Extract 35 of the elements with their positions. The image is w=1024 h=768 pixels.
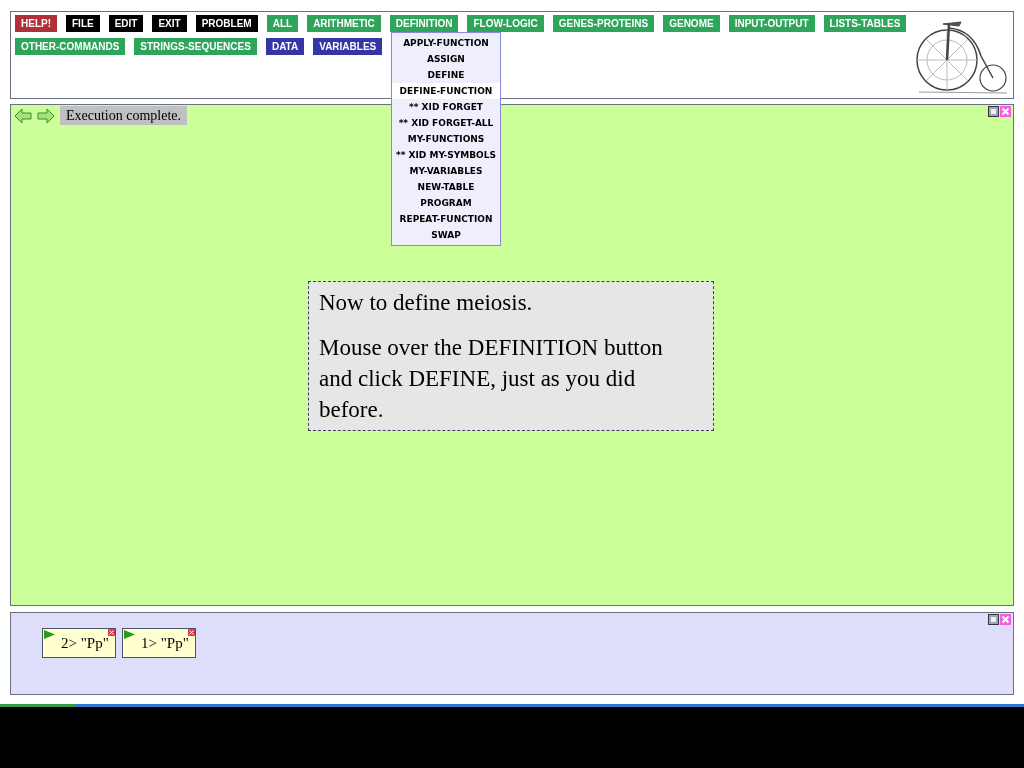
menu-item[interactable]: ** XID FORGET <box>392 99 500 115</box>
menu-item[interactable]: MY-VARIABLES <box>392 163 500 179</box>
close-icon[interactable] <box>188 629 195 636</box>
toolbar-button[interactable]: EDIT <box>108 15 144 32</box>
menu-item[interactable]: DEFINE <box>392 67 500 83</box>
flag-icon[interactable] <box>44 630 55 639</box>
toolbar-button[interactable]: FILE <box>66 15 100 32</box>
status-message: Execution complete. <box>60 106 188 125</box>
menu-item[interactable]: ** XID MY-SYMBOLS <box>392 147 500 163</box>
back-arrow-icon[interactable] <box>14 107 32 124</box>
menu-item[interactable]: MY-FUNCTIONS <box>392 131 500 147</box>
menu-item[interactable]: DEFINE-FUNCTION <box>392 83 500 99</box>
toolbar-button[interactable]: PROBLEM <box>195 15 258 32</box>
history-item[interactable]: 2> "Pp" <box>42 628 116 658</box>
menu-item[interactable]: PROGRAM <box>392 195 500 211</box>
toolbar-button[interactable]: DATA <box>265 38 305 55</box>
menu-item[interactable]: APPLY-FUNCTION <box>392 35 500 51</box>
close-icon[interactable] <box>108 629 115 636</box>
toolbar-button[interactable]: HELP! <box>15 15 57 32</box>
history-label: 1> "Pp" <box>141 634 189 652</box>
tutorial-text: Mouse over the DEFINITION button and click DEFINE, just as you did before. <box>319 334 664 424</box>
menu-item[interactable]: NEW-TABLE <box>392 179 500 195</box>
history-item[interactable]: 1> "Pp" <box>122 628 196 658</box>
menu-item[interactable]: SWAP <box>392 227 500 243</box>
tutorial-text: Now to define meiosis. <box>319 289 534 317</box>
history-label: 2> "Pp" <box>61 634 109 652</box>
menu-item[interactable]: REPEAT-FUNCTION <box>392 211 500 227</box>
window-icon[interactable] <box>988 614 999 625</box>
forward-arrow-icon[interactable] <box>37 107 55 124</box>
toolbar-button[interactable]: VARIABLES <box>313 38 383 55</box>
menu-item[interactable]: ASSIGN <box>392 51 500 67</box>
menu-item[interactable]: ** XID FORGET-ALL <box>392 115 500 131</box>
flag-icon[interactable] <box>124 630 135 639</box>
toolbar-button[interactable]: EXIT <box>152 15 187 32</box>
window-icon[interactable] <box>988 106 999 117</box>
